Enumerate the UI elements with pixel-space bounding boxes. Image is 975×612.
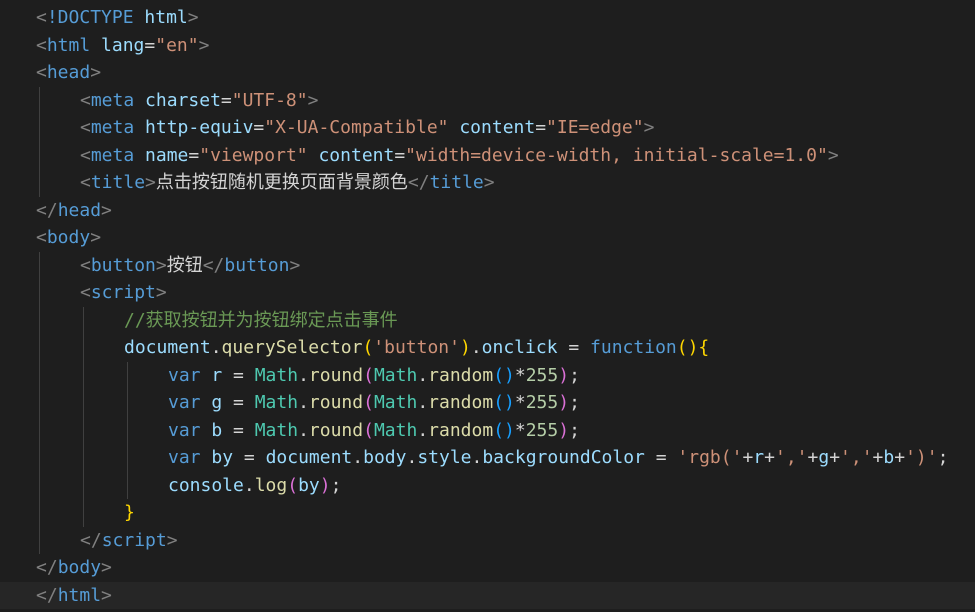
title-text: 点击按钮随机更换页面背景颜色 — [155, 172, 408, 193]
indent-guide — [39, 86, 40, 114]
code-editor[interactable]: <!DOCTYPE html> <html lang="en"> <head> … — [0, 0, 975, 612]
indent-guide — [83, 389, 84, 417]
html-tag: html — [46, 34, 91, 56]
indent-guide — [39, 389, 40, 417]
indent-guide — [39, 169, 40, 197]
indent-guide — [39, 306, 40, 334]
code-comment: //获取按钮并为按钮绑定点击事件 — [124, 309, 398, 331]
head-tag: head — [46, 62, 91, 83]
indent-guide — [127, 471, 128, 499]
code-line-9[interactable]: <body> — [0, 224, 975, 252]
indent-guide — [39, 416, 40, 444]
indent-guide — [127, 416, 128, 444]
code-line-19[interactable]: } — [0, 499, 975, 527]
code-line-7[interactable]: <title>点击按钮随机更换页面背景颜色</title> — [0, 169, 975, 197]
code-line-3[interactable]: <head> — [0, 59, 975, 87]
indent-guide — [83, 416, 84, 444]
indent-guide — [39, 361, 40, 389]
doctype-html: html — [144, 7, 188, 28]
button-text: 按钮 — [166, 254, 203, 276]
indent-guide — [39, 334, 40, 362]
indent-guide — [83, 334, 84, 362]
indent-guide — [39, 499, 40, 527]
indent-guide — [127, 444, 128, 472]
code-line-2[interactable]: <html lang="en"> — [0, 32, 975, 60]
lang-value: "en" — [155, 34, 199, 56]
code-line-18[interactable]: console.log(by); — [0, 471, 975, 499]
lang-attr: lang — [101, 34, 145, 56]
code-line-1[interactable]: <!DOCTYPE html> — [0, 4, 975, 32]
indent-guide — [83, 444, 84, 472]
code-line-20[interactable]: </script> — [0, 526, 975, 554]
code-line-16[interactable]: var b = Math.round(Math.random()*255); — [0, 416, 975, 444]
code-line-12[interactable]: //获取按钮并为按钮绑定点击事件 — [0, 306, 975, 334]
indent-guide — [127, 389, 128, 417]
code-line-10[interactable]: <button>按钮</button> — [0, 251, 975, 279]
indent-guide — [83, 306, 84, 334]
code-line-5[interactable]: <meta http-equiv="X-UA-Compatible" conte… — [0, 114, 975, 142]
code-line-11[interactable]: <script> — [0, 279, 975, 307]
indent-guide — [39, 141, 40, 169]
code-line-21[interactable]: </body> — [0, 554, 975, 582]
code-line-6[interactable]: <meta name="viewport" content="width=dev… — [0, 141, 975, 169]
indent-guide — [39, 279, 40, 307]
indent-guide — [39, 444, 40, 472]
indent-guide — [83, 361, 84, 389]
indent-guide — [83, 471, 84, 499]
body-tag: body — [46, 227, 91, 248]
doctype-keyword: !DOCTYPE — [46, 7, 134, 28]
indent-guide — [39, 526, 40, 554]
code-line-4[interactable]: <meta charset="UTF-8"> — [0, 86, 975, 114]
indent-guide — [39, 114, 40, 142]
code-line-8[interactable]: </head> — [0, 197, 975, 225]
code-line-17[interactable]: var by = document.body.style.backgroundC… — [0, 444, 975, 472]
indent-guide — [127, 361, 128, 389]
code-line-15[interactable]: var g = Math.round(Math.random()*255); — [0, 389, 975, 417]
code-line-13[interactable]: document.querySelector('button').onclick… — [0, 334, 975, 362]
indent-guide — [39, 471, 40, 499]
indent-guide — [83, 499, 84, 527]
indent-guide — [39, 251, 40, 279]
code-line-14[interactable]: var r = Math.round(Math.random()*255); — [0, 361, 975, 389]
code-line-22[interactable]: </html> — [0, 581, 975, 609]
